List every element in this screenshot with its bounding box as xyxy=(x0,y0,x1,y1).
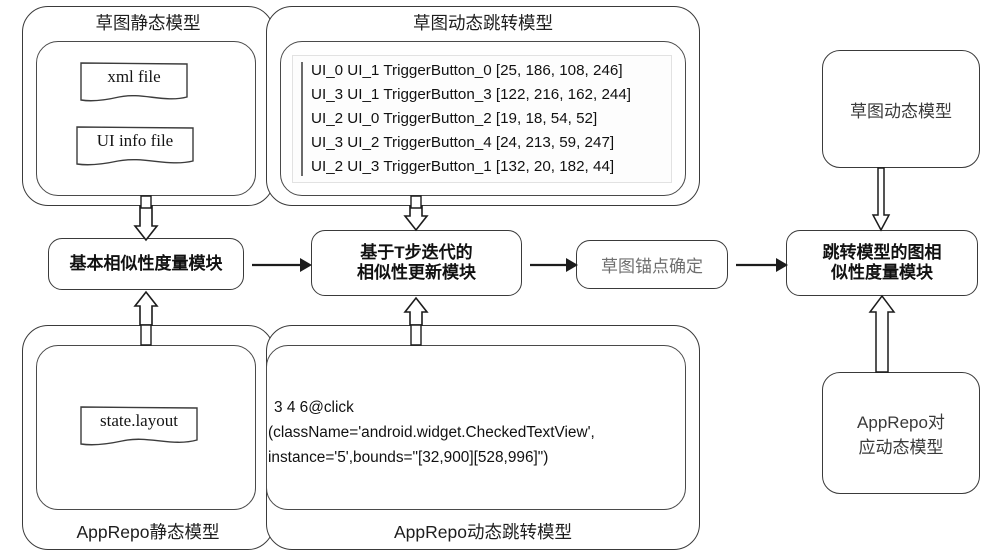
arrow-apprepo-static-to-basic xyxy=(133,290,159,326)
sketch-dynamic-model-box[interactable]: 草图动态模型 xyxy=(822,50,980,168)
apprepo-dynamic-model-group-label: AppRepo动态跳转模型 xyxy=(394,522,572,542)
transition-line-4: UI_2 UI_3 TriggerButton_1 [132, 20, 182,… xyxy=(311,158,615,175)
apprepo-dynamic-model-box-label-line2: 应动态模型 xyxy=(858,438,944,457)
apprepo-dynamic-model-box-label-line1: AppRepo对 xyxy=(857,413,945,432)
code-line-0: 3 4 6@click xyxy=(274,399,354,416)
module-iterative-update[interactable]: 基于T步迭代的 相似性更新模块 xyxy=(311,230,522,296)
sketch-dynamic-model-box-label: 草图动态模型 xyxy=(850,101,952,121)
state-layout-document[interactable]: state.layout xyxy=(80,405,198,449)
module-transition-graph-similarity[interactable]: 跳转模型的图相 似性度量模块 xyxy=(786,230,978,296)
transition-line-3: UI_3 UI_2 TriggerButton_4 [24, 213, 59, … xyxy=(311,134,615,151)
apprepo-static-model-group-label: AppRepo静态模型 xyxy=(76,522,220,542)
sketch-dynamic-model-group-label: 草图动态跳转模型 xyxy=(413,13,553,33)
text-cursor-bar xyxy=(301,62,303,176)
ui-info-file-document[interactable]: UI info file xyxy=(76,125,194,169)
apprepo-dynamic-model-box[interactable]: AppRepo对 应动态模型 xyxy=(822,372,980,494)
module-sketch-anchor[interactable]: 草图锚点确定 xyxy=(576,240,728,289)
arrow-apprepo-dynamic-to-iterative xyxy=(403,296,429,326)
module-basic-similarity-label: 基本相似性度量模块 xyxy=(69,253,223,273)
transitions-list[interactable]: UI_0 UI_1 TriggerButton_0 [25, 186, 108,… xyxy=(292,55,672,183)
sketch-static-model-group-label: 草图静态模型 xyxy=(95,13,201,33)
module-transition-graph-similarity-label-line2: 似性度量模块 xyxy=(831,263,933,282)
module-transition-graph-similarity-label-line1: 跳转模型的图相 xyxy=(822,242,942,262)
code-line-1: (className='android.widget.CheckedTextVi… xyxy=(268,424,595,441)
arrow-apprepo-dynamic-box-to-module xyxy=(868,294,896,373)
arrow-sketch-dynamic-to-module xyxy=(871,167,891,232)
code-line-2: instance='5',bounds="[32,900][528,996]") xyxy=(268,449,549,466)
module-iterative-update-label-line2: 相似性更新模块 xyxy=(357,263,476,282)
diagram-canvas: 草图静态模型 草图动态跳转模型 xml file UI info file UI… xyxy=(0,0,1000,558)
transition-line-1: UI_3 UI_1 TriggerButton_3 [122, 216, 162… xyxy=(311,86,632,103)
xml-file-document[interactable]: xml file xyxy=(80,61,188,105)
module-sketch-anchor-label: 草图锚点确定 xyxy=(601,257,703,276)
arrow-transitions-to-iterative xyxy=(403,205,429,232)
arrow-static-to-basic xyxy=(133,205,159,242)
module-basic-similarity[interactable]: 基本相似性度量模块 xyxy=(48,238,244,290)
module-iterative-update-label-line1: 基于T步迭代的 xyxy=(360,242,473,262)
transition-line-2: UI_2 UI_0 TriggerButton_2 [19, 18, 54, 5… xyxy=(311,110,598,127)
transition-line-0: UI_0 UI_1 TriggerButton_0 [25, 186, 108,… xyxy=(311,62,623,79)
